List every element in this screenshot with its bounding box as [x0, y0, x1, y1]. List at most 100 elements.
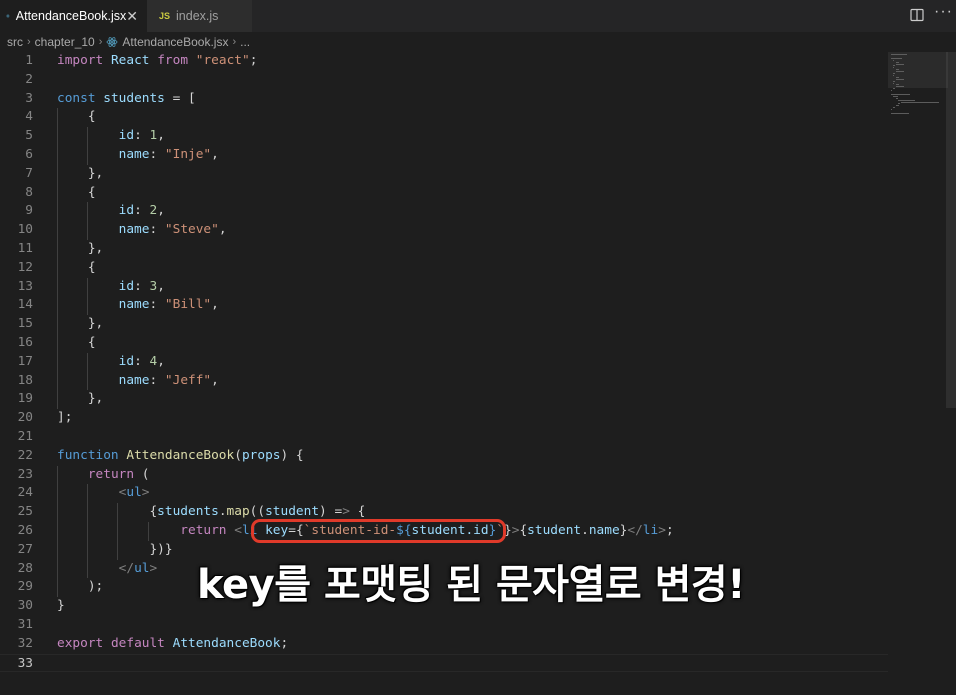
code-line[interactable]: 1 import React from "react";: [0, 52, 888, 71]
line-number: 20: [17, 410, 33, 426]
indent-guide: [57, 465, 58, 485]
breadcrumb-item[interactable]: AttendanceBook.jsx: [122, 35, 228, 49]
indent-guide: [87, 221, 89, 240]
minimap-line: [893, 95, 899, 97]
code-line[interactable]: 13 id: 3,: [0, 277, 888, 297]
code-line[interactable]: 6 name: "Inje",: [0, 146, 888, 165]
code-line[interactable]: 18 name: "Jeff",: [0, 371, 888, 391]
tab-index-js[interactable]: JS index.js: [146, 0, 252, 32]
indent-guide: [57, 371, 58, 391]
minimap-line: [891, 54, 907, 55]
code-text: {: [87, 184, 96, 200]
code-text: name: "Steve",: [118, 222, 227, 238]
code-line[interactable]: 21: [0, 428, 888, 447]
code-text: ];: [57, 410, 73, 426]
highlight-annotation: [251, 519, 506, 543]
minimap-line: [895, 97, 899, 99]
code-line[interactable]: 3 const students = [: [0, 90, 888, 109]
minimap-line: [895, 86, 904, 88]
code-line[interactable]: 20];: [0, 409, 888, 428]
breadcrumb: src › chapter_10 › AttendanceBook.jsx › …: [0, 32, 956, 52]
code-line[interactable]: 23 return (: [0, 465, 888, 485]
line-number: 30: [17, 598, 33, 614]
line-number: 29: [17, 579, 33, 595]
line-number: 3: [25, 90, 33, 106]
indent-guide: [147, 522, 149, 541]
line-number: 22: [17, 447, 33, 463]
code-line[interactable]: 2: [0, 71, 888, 90]
breadcrumb-item[interactable]: chapter_10: [35, 35, 95, 49]
line-number: 31: [17, 617, 33, 632]
code-line[interactable]: 14 name: "Bill",: [0, 296, 888, 316]
minimap-line: [893, 82, 894, 84]
indent-guide: [57, 183, 58, 203]
code-line[interactable]: 32 export default AttendanceBook;: [0, 635, 888, 654]
vertical-scrollbar[interactable]: [946, 52, 956, 695]
code-line[interactable]: 31: [0, 616, 888, 635]
minimap[interactable]: [888, 52, 948, 695]
indent-guide: [87, 503, 89, 522]
code-line[interactable]: 7 },: [0, 164, 888, 184]
react-icon: [6, 14, 10, 18]
chevron-right-icon: ›: [232, 36, 237, 48]
chevron-right-icon: ›: [27, 36, 31, 48]
minimap-line: [898, 99, 915, 101]
minimap-line: [895, 69, 900, 71]
code-text: const students = [: [57, 90, 196, 106]
more-actions-icon[interactable]: ···: [934, 3, 953, 21]
line-number: 13: [17, 278, 33, 294]
minimap-line: [900, 101, 939, 103]
indent-guide: [87, 540, 89, 560]
code-line[interactable]: 9 id: 2,: [0, 202, 888, 222]
minimap-line: [893, 65, 895, 67]
code-line[interactable]: 10 name: "Steve",: [0, 221, 888, 240]
code-line[interactable]: 24 <ul>: [0, 484, 888, 504]
indent-guide: [117, 503, 119, 522]
code-line[interactable]: 12 {: [0, 258, 888, 278]
minimap-line: [891, 90, 893, 92]
code-line[interactable]: 15 },: [0, 315, 888, 334]
breadcrumb-item[interactable]: ...: [240, 35, 250, 49]
code-text: id: 1,: [118, 128, 165, 144]
tab-label: index.js: [176, 9, 219, 23]
minimap-line: [893, 59, 894, 61]
minimap-line: [895, 76, 900, 78]
line-number: 18: [17, 372, 33, 388]
close-icon[interactable]: ✕: [126, 8, 138, 25]
indent-guide: [87, 277, 89, 297]
tab-attendancebook[interactable]: AttendanceBook.jsx ✕: [0, 0, 146, 32]
indent-guide: [57, 578, 58, 598]
code-line[interactable]: 16 {: [0, 334, 888, 353]
minimap-line: [898, 103, 900, 105]
line-number: 15: [17, 316, 33, 332]
minimap-line: [895, 61, 900, 63]
code-line[interactable]: 8 {: [0, 183, 888, 203]
code-line[interactable]: 5 id: 1,: [0, 127, 888, 146]
code-text: id: 3,: [118, 278, 165, 294]
indent-guide: [57, 258, 58, 278]
minimap-line: [895, 84, 900, 86]
code-text: }: [57, 598, 65, 614]
code-line[interactable]: 33: [0, 653, 888, 673]
code-line[interactable]: 4 {: [0, 108, 888, 128]
code-line[interactable]: 11 },: [0, 240, 888, 259]
line-number: 21: [17, 429, 33, 444]
breadcrumb-item[interactable]: src: [7, 35, 23, 49]
code-text: name: "Jeff",: [118, 372, 219, 388]
split-editor-icon[interactable]: [910, 8, 924, 22]
caption-subtitle: key를 포맷팅 된 문자열로 변경!: [197, 562, 745, 608]
minimap-line: [893, 88, 895, 90]
code-text: id: 4,: [118, 353, 165, 369]
code-line[interactable]: 19 },: [0, 390, 888, 410]
minimap-line: [891, 112, 909, 114]
code-text: </ul>: [118, 560, 158, 576]
code-text: },: [87, 165, 104, 181]
code-line[interactable]: 22 function AttendanceBook(props) {: [0, 447, 888, 466]
scrollbar-thumb[interactable]: [946, 52, 956, 408]
minimap-line: [895, 105, 899, 107]
code-line[interactable]: 17 id: 4,: [0, 352, 888, 372]
line-number: 2: [25, 71, 33, 87]
line-number: 7: [25, 165, 33, 181]
code-text: return (: [87, 466, 150, 482]
indent-guide: [57, 202, 58, 222]
